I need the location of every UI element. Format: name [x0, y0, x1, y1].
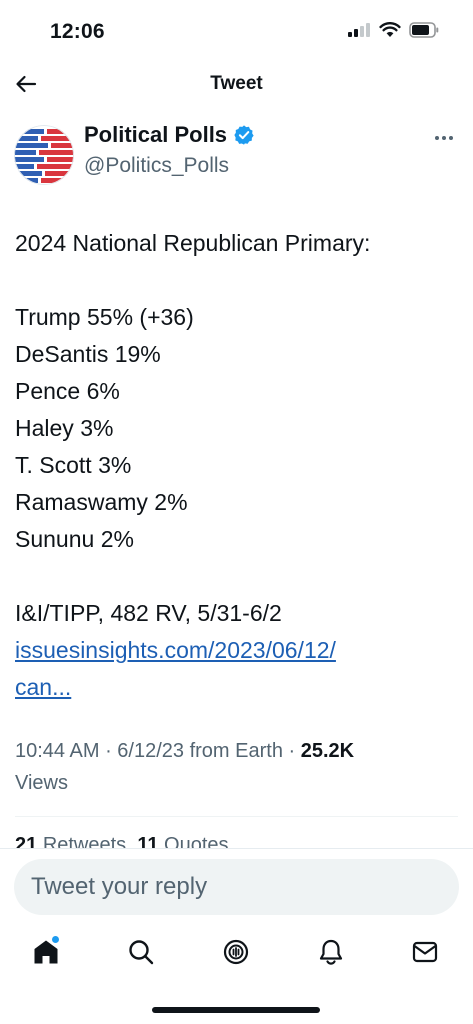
cellular-signal-icon	[348, 23, 370, 37]
views-label: Views	[15, 772, 68, 794]
top-bar: Tweet	[0, 62, 473, 106]
reply-bar: Tweet your reply	[0, 848, 473, 928]
tweet-headline: 2024 National Republican Primary:	[15, 230, 371, 256]
notifications-icon	[319, 939, 343, 965]
wifi-icon	[379, 22, 401, 37]
nav-spaces[interactable]	[218, 934, 254, 970]
nav-notifications[interactable]	[313, 934, 349, 970]
verified-badge-icon	[234, 125, 254, 145]
spaces-icon	[223, 939, 249, 965]
more-dot-icon	[449, 136, 453, 140]
views-count: 25.2K	[300, 740, 355, 762]
poll-result: T. Scott 3%	[15, 452, 132, 478]
poll-result: Sununu 2%	[15, 526, 134, 552]
nav-home[interactable]	[28, 934, 64, 970]
poll-result: Haley 3%	[15, 415, 114, 441]
tweet-meta: 10:44 AM · 6/12/23 from Earth · 25.2K Vi…	[15, 740, 355, 794]
tweet-author: Political Polls @Politics_Polls	[14, 122, 459, 186]
more-dot-icon	[442, 136, 446, 140]
tweet-link-line: can...	[15, 674, 72, 700]
more-dot-icon	[435, 136, 439, 140]
nav-search[interactable]	[123, 934, 159, 970]
reply-input[interactable]: Tweet your reply	[14, 859, 459, 915]
tweet-date: 6/12/23	[117, 740, 185, 762]
status-bar: 12:06	[0, 0, 473, 60]
poll-result: Trump 55% (+36)	[15, 304, 194, 330]
poll-result: Pence 6%	[15, 378, 120, 404]
status-icons	[347, 22, 439, 38]
tweet-text: 2024 National Republican Primary: Trump …	[15, 225, 460, 706]
tweet-source: from Earth	[189, 740, 283, 762]
status-time: 12:06	[50, 20, 105, 43]
poll-result: DeSantis 19%	[15, 341, 161, 367]
battery-icon	[409, 22, 439, 38]
author-name: Political Polls	[84, 122, 228, 147]
bottom-nav	[0, 928, 473, 978]
author-name-row[interactable]: Political Polls	[84, 122, 255, 148]
avatar[interactable]	[14, 125, 74, 185]
divider	[15, 816, 458, 817]
political-polls-logo	[14, 125, 74, 185]
messages-icon	[412, 941, 438, 963]
poll-result: Ramaswamy 2%	[15, 489, 188, 515]
more-options-button[interactable]	[429, 126, 459, 150]
poll-source: I&I/TIPP, 482 RV, 5/31-6/2	[15, 600, 282, 626]
tweet-link-line: issuesinsights.com/2023/06/12/	[15, 637, 336, 663]
page-title: Tweet	[210, 73, 263, 94]
author-handle[interactable]: @Politics_Polls	[84, 154, 229, 178]
tweet-link[interactable]: issuesinsights.com/2023/06/12/ can...	[15, 632, 460, 706]
tweet-time: 10:44 AM	[15, 740, 100, 762]
home-indicator[interactable]	[152, 1007, 320, 1013]
search-icon	[129, 940, 154, 965]
nav-messages[interactable]	[407, 934, 443, 970]
notification-dot	[52, 936, 59, 943]
